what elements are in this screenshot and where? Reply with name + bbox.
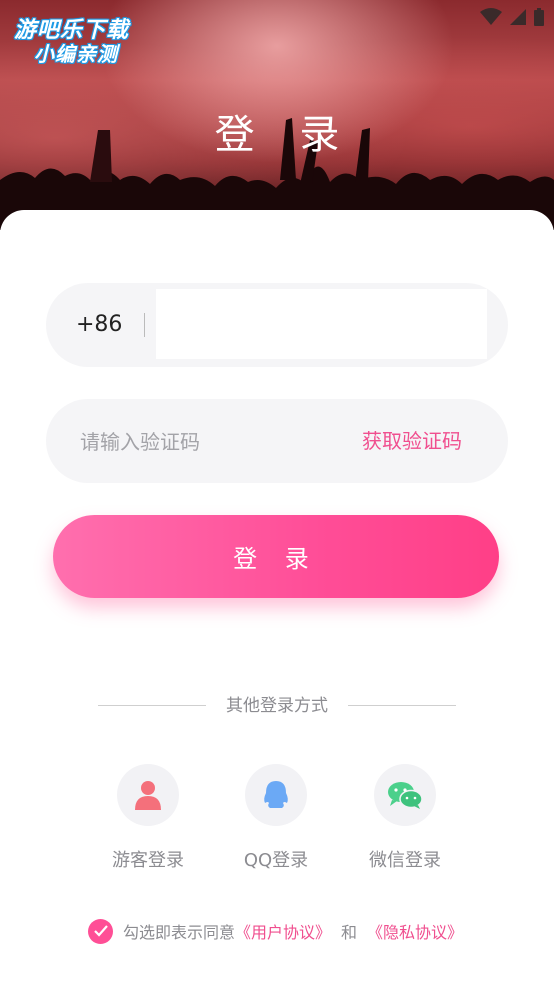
agreement-checkbox[interactable] <box>88 918 113 944</box>
agreement-and: 和 <box>341 923 358 942</box>
login-button[interactable]: 登 录 <box>53 515 499 598</box>
phone-input[interactable] <box>156 289 487 359</box>
guest-login-button[interactable]: 游客登录 <box>98 764 198 872</box>
checkmark-icon <box>93 925 108 937</box>
qq-login-label: QQ登录 <box>243 850 309 871</box>
watermark-line-2: 小编亲测 <box>34 42 118 66</box>
hero-banner: 游吧乐下载 小编亲测 登 录 <box>0 0 554 230</box>
other-login-title: 其他登录方式 <box>226 696 328 716</box>
other-login-divider: 其他登录方式 <box>98 693 456 719</box>
country-code[interactable]: +86 <box>76 283 122 367</box>
watermark-logo: 游吧乐下载 小编亲测 <box>8 8 148 66</box>
qq-login-button[interactable]: QQ登录 <box>226 764 326 872</box>
agreement-row: 勾选即表示同意 《用户协议》 和 《隐私协议》 <box>88 918 463 944</box>
code-field-group: 获取验证码 <box>46 399 508 485</box>
field-divider <box>144 313 145 337</box>
get-code-button[interactable]: 获取验证码 <box>362 399 462 483</box>
wechat-login-label: 微信登录 <box>369 850 441 871</box>
status-bar <box>480 8 544 26</box>
verification-code-input[interactable] <box>78 399 332 485</box>
qq-login-circle[interactable] <box>245 764 307 826</box>
qq-penguin-icon <box>264 781 288 808</box>
guest-user-icon <box>135 781 161 810</box>
wechat-login-button[interactable]: 微信登录 <box>355 764 455 872</box>
page-title: 登 录 <box>214 112 356 158</box>
privacy-agreement-link[interactable]: 《隐私协议》 <box>367 919 463 943</box>
wechat-login-circle[interactable] <box>374 764 436 826</box>
guest-login-label: 游客登录 <box>112 850 184 871</box>
battery-icon <box>534 8 544 26</box>
agreement-text: 勾选即表示同意 <box>123 923 236 942</box>
guest-login-circle[interactable] <box>117 764 179 826</box>
phone-field-group: +86 <box>46 283 508 367</box>
divider-line-right <box>348 705 456 706</box>
signal-icon <box>510 9 526 25</box>
wifi-icon <box>480 8 502 25</box>
user-agreement-link[interactable]: 《用户协议》 <box>235 919 331 943</box>
wechat-icon <box>388 782 423 809</box>
